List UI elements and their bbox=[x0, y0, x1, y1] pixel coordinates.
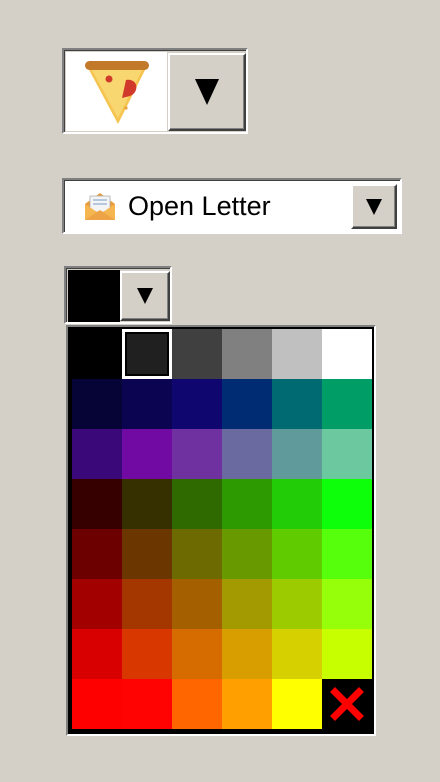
color-swatch[interactable] bbox=[122, 579, 172, 629]
color-swatch[interactable] bbox=[322, 379, 372, 429]
color-swatch[interactable] bbox=[222, 329, 272, 379]
color-swatch[interactable] bbox=[172, 329, 222, 379]
color-swatch[interactable] bbox=[122, 629, 172, 679]
color-swatch[interactable] bbox=[122, 529, 172, 579]
template-label: Open Letter bbox=[128, 191, 271, 221]
color-picker[interactable] bbox=[64, 266, 172, 324]
color-swatch[interactable] bbox=[122, 479, 172, 529]
open-envelope-icon bbox=[85, 193, 115, 220]
color-swatch[interactable] bbox=[222, 379, 272, 429]
color-swatch[interactable] bbox=[272, 329, 322, 379]
color-swatch[interactable] bbox=[122, 329, 172, 379]
color-swatch[interactable] bbox=[272, 679, 322, 729]
color-swatch[interactable] bbox=[72, 329, 122, 379]
color-swatch[interactable] bbox=[172, 579, 222, 629]
template-picker[interactable]: Open Letter bbox=[62, 178, 402, 234]
color-swatch[interactable] bbox=[72, 629, 122, 679]
color-swatch[interactable] bbox=[222, 429, 272, 479]
template-dropdown-button[interactable] bbox=[351, 184, 397, 229]
color-swatch[interactable] bbox=[72, 579, 122, 629]
color-swatch[interactable] bbox=[222, 679, 272, 729]
color-swatch[interactable] bbox=[72, 479, 122, 529]
color-dropdown-button[interactable] bbox=[120, 271, 170, 321]
color-swatch[interactable] bbox=[172, 529, 222, 579]
color-swatch[interactable] bbox=[172, 479, 222, 529]
color-swatch[interactable] bbox=[172, 379, 222, 429]
color-swatch[interactable] bbox=[322, 629, 372, 679]
triangle-down-icon bbox=[137, 288, 153, 304]
color-swatch[interactable] bbox=[272, 629, 322, 679]
color-swatch[interactable] bbox=[122, 379, 172, 429]
color-swatch[interactable] bbox=[122, 679, 172, 729]
color-swatch[interactable] bbox=[322, 429, 372, 479]
color-swatch[interactable] bbox=[222, 579, 272, 629]
color-swatch[interactable] bbox=[72, 429, 122, 479]
color-swatch[interactable] bbox=[322, 479, 372, 529]
color-swatch[interactable] bbox=[72, 379, 122, 429]
color-swatch[interactable] bbox=[222, 629, 272, 679]
color-palette-popup bbox=[66, 325, 376, 736]
color-swatch[interactable] bbox=[222, 529, 272, 579]
color-swatch[interactable] bbox=[72, 529, 122, 579]
color-swatch[interactable] bbox=[172, 679, 222, 729]
pizza-slice-icon bbox=[84, 60, 149, 124]
color-swatch[interactable] bbox=[272, 529, 322, 579]
color-swatch[interactable] bbox=[272, 579, 322, 629]
color-palette-grid bbox=[72, 329, 372, 729]
icon-picker[interactable] bbox=[62, 48, 248, 134]
color-swatch[interactable] bbox=[172, 429, 222, 479]
color-swatch[interactable] bbox=[322, 329, 372, 379]
color-swatch[interactable] bbox=[72, 679, 122, 729]
color-swatch[interactable] bbox=[172, 629, 222, 679]
icon-dropdown-button[interactable] bbox=[168, 53, 246, 131]
color-swatch[interactable] bbox=[322, 579, 372, 629]
selected-icon-display[interactable] bbox=[66, 52, 167, 131]
clear-color-button[interactable] bbox=[322, 679, 372, 729]
color-swatch[interactable] bbox=[272, 429, 322, 479]
color-swatch[interactable] bbox=[322, 529, 372, 579]
triangle-down-icon bbox=[195, 79, 219, 105]
color-swatch[interactable] bbox=[272, 479, 322, 529]
current-color-swatch[interactable] bbox=[68, 270, 120, 322]
color-swatch[interactable] bbox=[272, 379, 322, 429]
red-x-icon bbox=[330, 687, 364, 721]
color-swatch[interactable] bbox=[222, 479, 272, 529]
triangle-down-icon bbox=[366, 198, 382, 215]
color-swatch[interactable] bbox=[122, 429, 172, 479]
